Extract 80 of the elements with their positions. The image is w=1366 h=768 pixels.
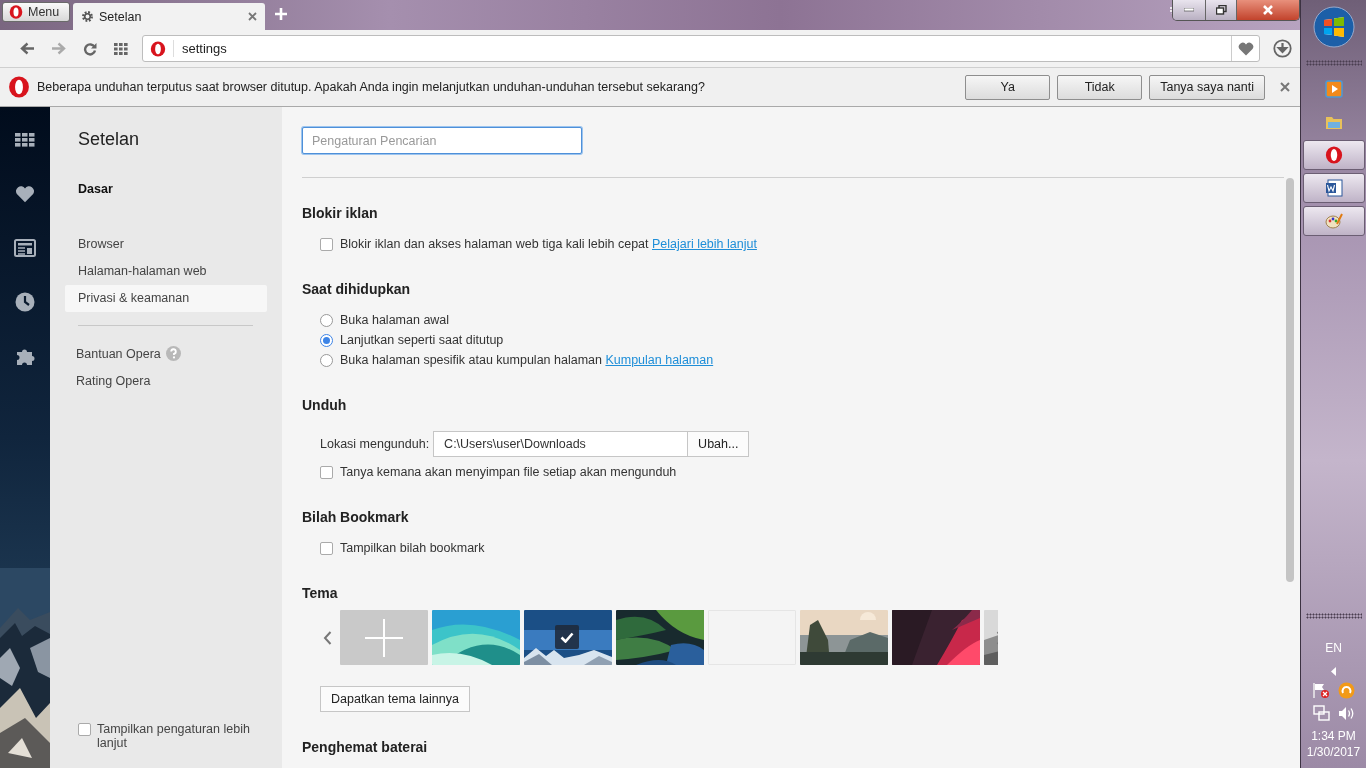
checkbox-label: Blokir iklan dan akses halaman web tiga kali lebih cepat Pelajari lebih lanjut [340,237,757,251]
reload-icon[interactable] [82,41,97,56]
checkbox[interactable] [320,465,333,479]
opera-logo-icon [150,40,166,57]
page-title: Setelan [78,129,141,150]
opera-logo-icon [1324,146,1343,164]
restore-button[interactable] [1206,0,1237,20]
section-title: Blokir iklan [302,205,379,222]
help-link[interactable]: Rating Opera [76,373,151,388]
checkbox[interactable] [320,237,333,251]
info-button[interactable]: Ya [965,74,1051,100]
radio-label: Lanjutkan seperti saat ditutup [340,333,504,347]
search-field[interactable]: Pengaturan Pencarian [302,127,582,154]
network-icon[interactable] [1312,705,1330,722]
nav-item[interactable]: Privasi & keamanan [65,285,267,312]
clock-icon[interactable] [15,291,35,312]
section-title: Saat dihidupkan [302,281,412,298]
checkbox-label: Tampilkan bilah bookmark [340,541,485,555]
more-themes-button[interactable]: Dapatkan tema lainnya [320,686,470,712]
close-icon [1262,5,1274,15]
section-title: Bilah Bookmark [302,509,410,526]
checkbox-label: Tanya kemana akan menyimpan file setiap akan mengunduh [340,465,677,479]
info-message: Beberapa unduhan terputus saat browser ditutup. Apakah Anda ingin melanjutkan unduhan-unduhan tersebut sekarang? [37,80,706,94]
paint-app-button[interactable] [1302,206,1365,236]
checkbox[interactable] [320,541,333,555]
back-icon[interactable] [20,42,35,55]
gear-icon [81,10,94,23]
flag-icon[interactable] [1312,682,1330,699]
help-link[interactable]: Bantuan Opera [76,346,161,361]
nav-item[interactable]: Halaman-halaman web [65,258,267,285]
heart-icon[interactable] [15,184,35,203]
grid-icon[interactable] [113,42,128,55]
folder-icon [1324,114,1343,130]
radio-label: Buka halaman spesifik atau kumpulan halaman Kumpulan halaman [340,353,714,367]
change-button[interactable]: Ubah... [687,431,750,457]
radio-button[interactable] [320,353,333,367]
close-button[interactable] [1237,0,1299,20]
opera-logo-icon [9,5,23,19]
word-app-button[interactable] [1302,173,1365,203]
scrollbar-thumb[interactable] [1286,178,1294,582]
check-icon [555,625,579,649]
radio-button[interactable] [320,333,333,347]
browser-tab[interactable]: Setelan [73,3,265,30]
show-hidden-icon[interactable] [1330,667,1337,676]
checkbox-label: Tampilkan pengaturan lebih lanjut [97,722,251,750]
info-button[interactable]: Tidak [1057,74,1143,100]
close-icon[interactable] [248,12,257,21]
minimize-icon [1184,8,1194,12]
close-icon[interactable] [1280,82,1290,92]
play-icon [1324,80,1343,98]
document-w-icon [1324,179,1343,197]
download-icon[interactable] [1273,39,1292,58]
section-heading: Dasar [78,182,114,196]
field-label: Lokasi mengunduh: [320,437,430,451]
radio-label: Buka halaman awal [340,313,450,327]
menu-button[interactable]: Menu [2,2,70,22]
news-icon[interactable] [14,238,36,257]
checkbox[interactable] [78,723,91,736]
address-field[interactable]: settings [142,35,1260,62]
speed-dial-icon[interactable] [15,132,35,147]
section-title: Penghemat baterai [302,739,429,756]
add-theme-tile[interactable] [340,610,428,665]
minimize-button[interactable] [1173,0,1206,20]
opera-logo-icon [8,76,30,98]
volume-icon[interactable] [1337,705,1355,722]
radio-button[interactable] [320,313,333,327]
update-icon[interactable] [1338,682,1355,699]
opera-app-button[interactable] [1302,140,1365,170]
restore-icon [1215,5,1227,15]
forward-icon[interactable] [51,42,66,55]
section-title: Tema [302,585,339,602]
download-path-field[interactable]: C:\Users\user\Downloads [433,431,689,457]
plus-icon[interactable] [274,7,288,21]
start-button[interactable] [1312,6,1355,48]
info-button[interactable]: Tanya saya nanti [1149,74,1265,100]
palette-icon [1324,212,1343,230]
heart-icon[interactable] [1237,41,1254,56]
section-title: Unduh [302,397,348,414]
plus-icon [365,618,403,657]
nav-item[interactable]: Browser [65,231,267,258]
